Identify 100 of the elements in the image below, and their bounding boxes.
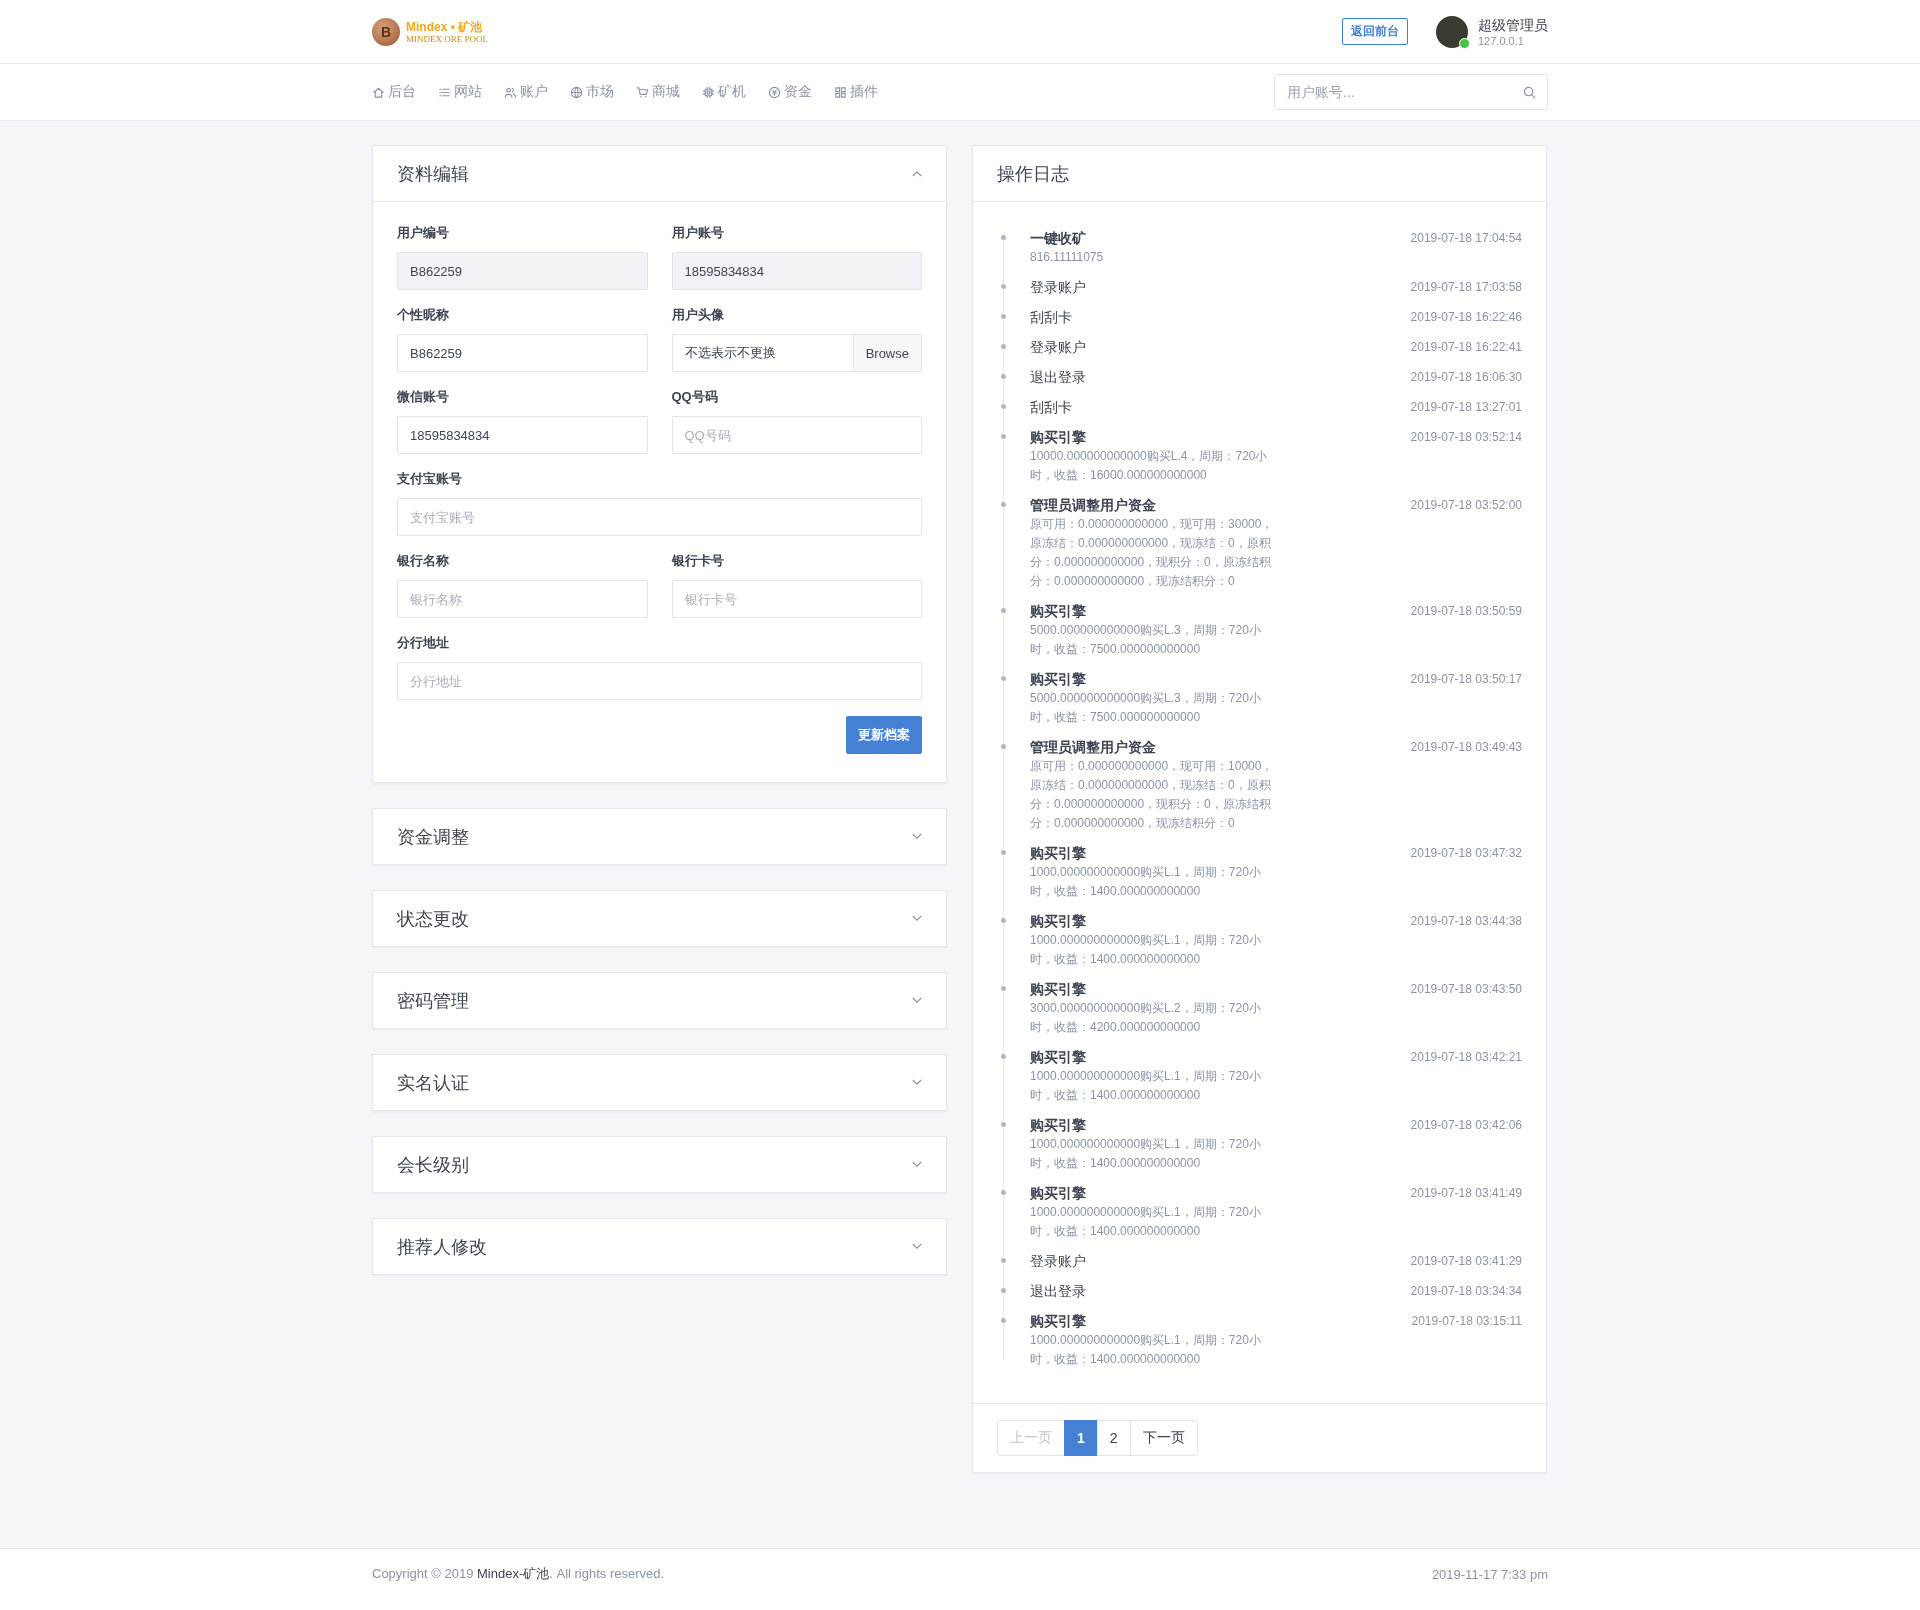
timeline-dot (1001, 502, 1006, 507)
timeline-dot (1001, 676, 1006, 681)
log-entry-title: 登录账户 (1030, 338, 1087, 357)
globe-icon (570, 85, 583, 99)
log-entry-detail: 1000.000000000000购买L.1，周期：720小时，收益：1400.000000000000 (1030, 1136, 1262, 1172)
users-icon (504, 85, 517, 99)
input-field[interactable]: QQ号码 (671, 416, 922, 454)
chevron-down-icon[interactable] (912, 915, 922, 922)
field-label: 银行卡号 (671, 552, 725, 570)
input-field[interactable]: 银行卡号 (671, 580, 922, 618)
timeline-dot (1001, 284, 1006, 289)
chevron-down-icon[interactable] (912, 1243, 922, 1250)
log-entry-time: 2019-07-18 16:22:41 (1410, 339, 1522, 356)
timeline-dot (1001, 1190, 1006, 1195)
coin-logo-icon: B (372, 17, 400, 46)
log-entry-time: 2019-07-18 13:27:01 (1410, 399, 1522, 416)
field-label: 银行名称 (397, 552, 450, 570)
log-entry-title: 购买引擎 (1030, 844, 1087, 863)
chevron-down-icon[interactable] (912, 833, 922, 840)
log-entry-detail: 原可用：0.000000000000，现可用：30000，原冻结：0.000000000000，现冻结：0，原积分：0.000000000000，现积分：0，原冻结积分：0.000000000000，现冻结积分：0 (1030, 516, 1275, 590)
field-label: 分行地址 (397, 634, 450, 652)
log-entry-time: 2019-07-18 03:41:29 (1410, 1253, 1522, 1270)
input-field[interactable]: 银行名称 (397, 580, 648, 618)
log-entry-time: 2019-07-18 17:03:58 (1410, 279, 1522, 296)
user-name: 超级管理员 (1478, 16, 1548, 35)
log-entry-time: 2019-07-18 17:04:54 (1410, 230, 1522, 247)
log-entry-time: 2019-07-18 03:42:06 (1410, 1117, 1522, 1134)
log-entry-title: 刮刮卡 (1030, 398, 1073, 417)
file-input-field[interactable]: 不选表示不更换 Browse (671, 334, 922, 372)
logo-subtitle: MINDEX ORE POOL (406, 33, 488, 44)
log-entry-detail: 1000.000000000000购买L.1，周期：720小时，收益：1400.000000000000 (1030, 1332, 1262, 1368)
log-entry-detail: 10000.000000000000购买L.4，周期：720小时，收益：16000.000000000000 (1030, 448, 1269, 484)
coin-icon (768, 85, 781, 99)
log-entry-detail: 原可用：0.000000000000，现可用：10000，原冻结：0.000000000000，现冻结：0，原积分：0.000000000000，现积分：0，原冻结积分：0.000000000000，现冻结积分：0 (1030, 758, 1275, 832)
log-entry-title: 购买引擎 (1030, 602, 1087, 621)
panel-title[interactable]: 资料编辑 (397, 161, 469, 186)
pagination-link[interactable]: 下一页 (1129, 1420, 1198, 1456)
timeline-dot (1001, 918, 1006, 923)
search-field[interactable]: 用户账号... (1274, 74, 1548, 110)
field-label: 微信账号 (397, 388, 450, 406)
log-entry-title: 购买引擎 (1030, 1048, 1087, 1067)
log-entry-time: 2019-07-18 03:52:14 (1410, 429, 1522, 446)
input-field[interactable]: 支付宝账号 (397, 498, 922, 536)
log-entry-title: 退出登录 (1030, 368, 1087, 387)
field-label: 支付宝账号 (397, 470, 463, 488)
pagination-link[interactable]: 1 (1064, 1420, 1098, 1456)
chevron-down-icon[interactable] (912, 997, 922, 1004)
log-entry-title: 退出登录 (1030, 1282, 1087, 1301)
grid-icon (834, 85, 847, 99)
home-icon (372, 85, 385, 99)
log-entry-time: 2019-07-18 16:06:30 (1410, 369, 1522, 386)
search-icon (1523, 86, 1536, 99)
footer-timestamp: 2019-11-17 7:33 pm (1431, 1566, 1548, 1582)
log-entry-title: 购买引擎 (1030, 428, 1087, 447)
log-entry-detail: 816.11111075 (1030, 249, 1105, 266)
chevron-down-icon[interactable] (912, 1079, 922, 1086)
panel-title[interactable]: 密码管理 (397, 988, 469, 1013)
log-entry-title: 购买引擎 (1030, 670, 1087, 689)
log-entry-title: 管理员调整用户资金 (1030, 496, 1157, 515)
field-label: 用户账号 (671, 224, 725, 242)
timeline-dot (1001, 1288, 1006, 1293)
panel-title: 操作日志 (997, 162, 1069, 186)
timeline-dot (1001, 235, 1006, 240)
update-profile-button[interactable]: 更新档案 (846, 716, 922, 754)
log-entry-time: 2019-07-18 03:34:34 (1410, 1283, 1522, 1300)
panel-title[interactable]: 资金调整 (397, 824, 469, 849)
chevron-down-icon[interactable] (912, 1161, 922, 1168)
panel-title[interactable]: 推荐人修改 (397, 1234, 487, 1259)
log-entry-time: 2019-07-18 03:15:11 (1411, 1313, 1522, 1330)
browse-button[interactable]: Browse (852, 335, 921, 371)
log-entry-detail: 1000.000000000000购买L.1，周期：720小时，收益：1400.000000000000 (1030, 1204, 1262, 1240)
timeline-dot (1001, 850, 1006, 855)
log-entry-time: 2019-07-18 03:41:49 (1410, 1185, 1522, 1202)
pagination-link[interactable]: 2 (1096, 1420, 1131, 1456)
log-entry-title: 登录账户 (1030, 1252, 1087, 1271)
timeline-dot (1001, 608, 1006, 613)
log-entry-time: 2019-07-18 03:50:17 (1410, 671, 1522, 688)
input-field[interactable]: B862259 (397, 334, 648, 372)
log-entry-detail: 1000.000000000000购买L.1，周期：720小时，收益：1400.000000000000 (1030, 864, 1262, 900)
timeline-dot (1001, 1122, 1006, 1127)
log-entry-time: 2019-07-18 03:52:00 (1410, 497, 1522, 514)
panel-title[interactable]: 实名认证 (397, 1070, 469, 1095)
field-label: 用户编号 (397, 224, 450, 242)
avatar[interactable] (1436, 15, 1468, 48)
log-entry-title: 购买引擎 (1030, 912, 1087, 931)
timeline-dot (1001, 374, 1006, 379)
log-entry-detail: 5000.000000000000购买L.3，周期：720小时，收益：7500.000000000000 (1030, 690, 1262, 726)
chevron-up-icon[interactable] (912, 170, 922, 177)
log-entry-title: 购买引擎 (1030, 1116, 1087, 1135)
log-entry-title: 刮刮卡 (1030, 308, 1073, 327)
input-field[interactable]: 分行地址 (397, 662, 922, 700)
field-label: 用户头像 (671, 306, 725, 324)
timeline-dot (1001, 744, 1006, 749)
log-entry-time: 2019-07-18 03:47:32 (1410, 845, 1522, 862)
input-field[interactable]: 18595834834 (397, 416, 648, 454)
panel-title[interactable]: 状态更改 (397, 906, 469, 931)
log-entry-title: 一键收矿 (1030, 229, 1087, 248)
back-to-frontend-button[interactable]: 返回前台 (1342, 18, 1408, 45)
log-entry-time: 2019-07-18 03:44:38 (1410, 913, 1522, 930)
panel-title[interactable]: 会长级别 (397, 1152, 469, 1177)
